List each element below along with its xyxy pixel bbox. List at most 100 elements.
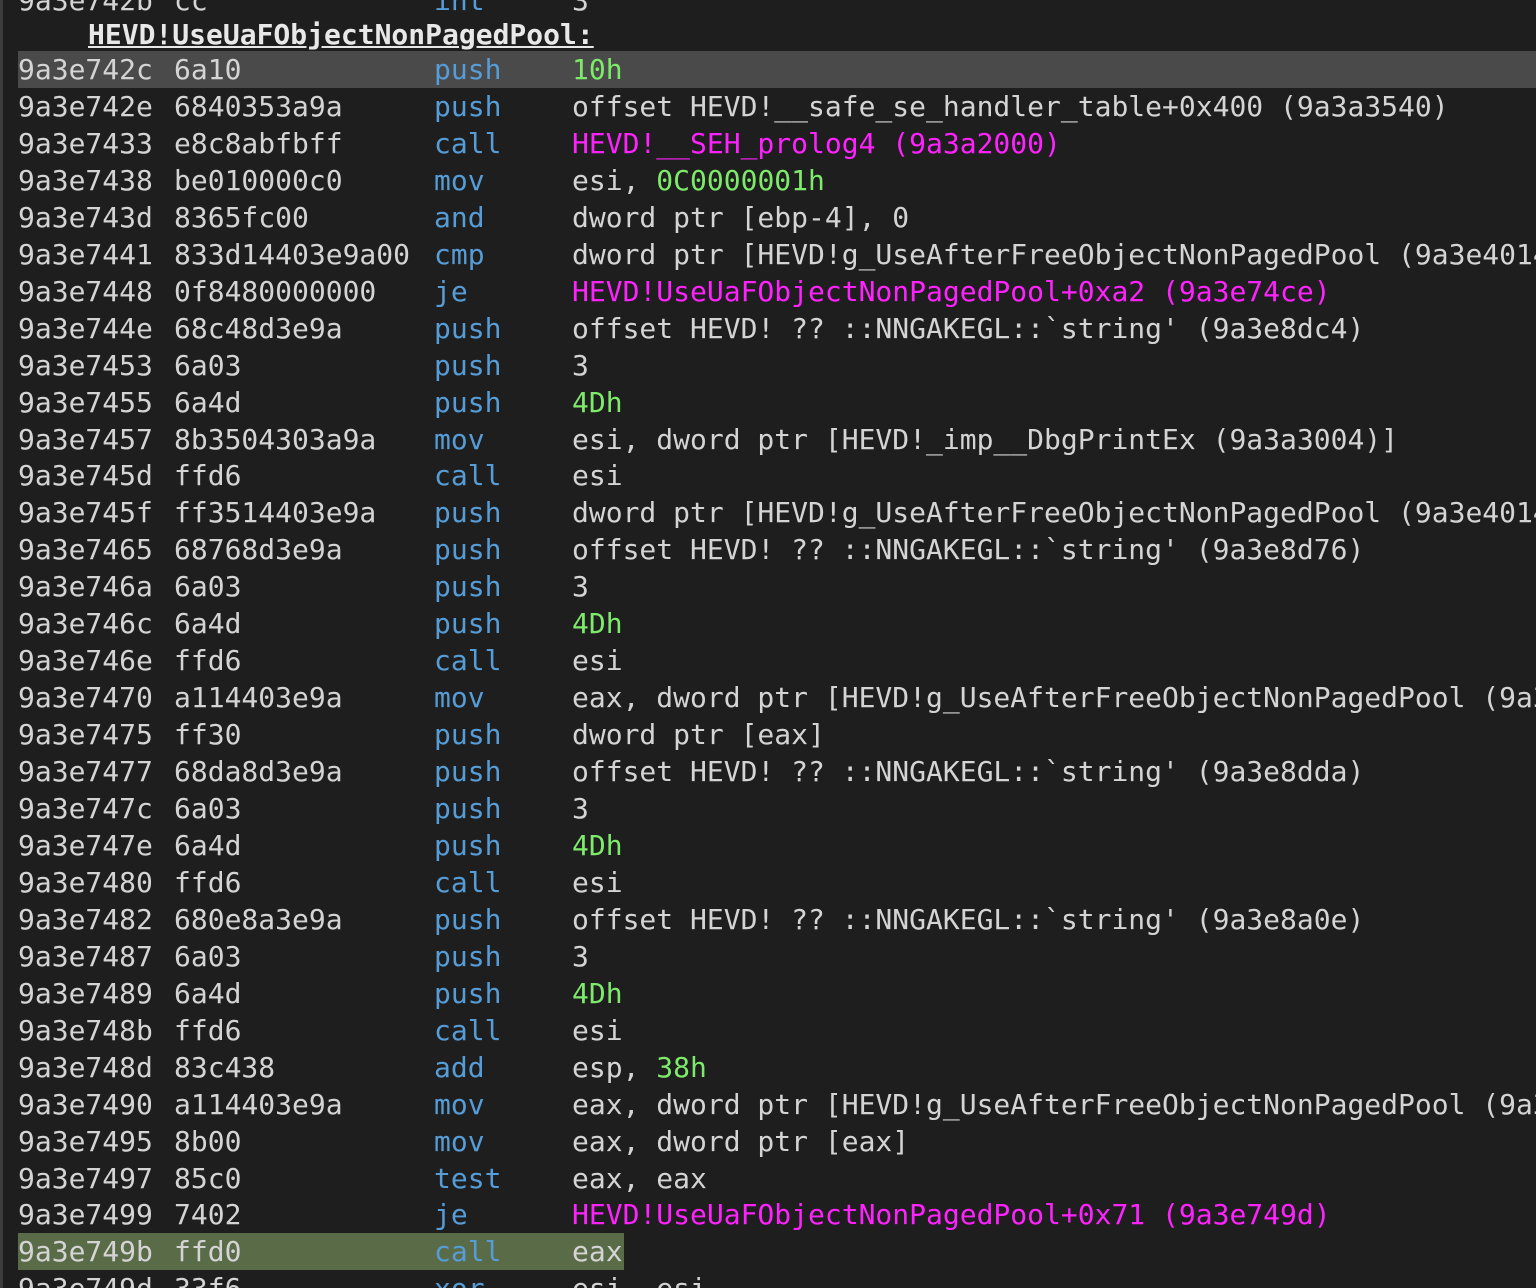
numeric-literal: 4Dh xyxy=(572,607,623,640)
row-address: 9a3e7453 xyxy=(18,349,153,382)
row-address: 9a3e7470 xyxy=(18,681,153,714)
row-mnemonic: push xyxy=(434,90,502,123)
operand-text: offset HEVD! ?? ::NNGAKEGL::`string' (9a… xyxy=(572,903,1365,936)
row-address: 9a3e7441 xyxy=(18,238,153,271)
row-operand: esi xyxy=(572,642,623,679)
row-bytes: 33f6 xyxy=(174,1270,241,1288)
row-mnemonic: push xyxy=(434,718,502,751)
row-bytes: 6a03 xyxy=(174,570,242,603)
disasm-row[interactable]: 9a3e742c 6a10 push 10h xyxy=(18,51,1536,88)
row-operand[interactable]: HEVD!UseUaFObjectNonPagedPool+0xa2 (9a3e… xyxy=(572,273,1331,310)
row-bytes: 6a4d xyxy=(174,977,242,1010)
row-address: 9a3e747e xyxy=(18,829,153,862)
row-mnemonic: push xyxy=(434,570,502,603)
operand-text: eax, dword ptr [HEVD!g_UseAfterFreeObjec… xyxy=(572,681,1536,714)
row-address: 9a3e7499 xyxy=(18,1198,153,1231)
row-bytes: 6a10 xyxy=(174,53,242,86)
row-bytes: ffd0 xyxy=(174,1235,242,1268)
row-address: 9a3e7495 xyxy=(18,1125,153,1158)
row-mnemonic: cmp xyxy=(434,238,485,271)
row-address: 9a3e7497 xyxy=(18,1162,153,1195)
row-bytes: 68da8d3e9a xyxy=(174,755,343,788)
row-operand: eax xyxy=(572,1233,623,1270)
row-bytes: ff3514403e9a xyxy=(174,496,377,529)
row-bytes: ffd6 xyxy=(174,1014,242,1047)
symbol-link[interactable]: HEVD!UseUaFObjectNonPagedPool+0x71 (9a3e… xyxy=(572,1198,1331,1231)
row-mnemonic: push xyxy=(434,312,502,345)
operand-text: eax, dword ptr [HEVD!g_UseAfterFreeObjec… xyxy=(572,1088,1536,1121)
operand-text: esi xyxy=(572,644,623,677)
row-mnemonic: push xyxy=(434,977,502,1010)
symbol-link[interactable]: HEVD!UseUaFObjectNonPagedPool+0xa2 (9a3e… xyxy=(572,275,1331,308)
row-mnemonic: push xyxy=(434,386,502,419)
row-address: 9a3e7487 xyxy=(18,940,153,973)
row-address: 9a3e7477 xyxy=(18,755,153,788)
operand-text: esi, esi xyxy=(572,1272,707,1288)
operand-text: offset HEVD! ?? ::NNGAKEGL::`string' (9a… xyxy=(572,755,1365,788)
operand-text: esi, dword ptr [HEVD!_imp__DbgPrintEx (9… xyxy=(572,423,1399,456)
operand-text: offset HEVD!__safe_se_handler_table+0x40… xyxy=(572,90,1449,123)
operand-text: offset HEVD! ?? ::NNGAKEGL::`string' (9a… xyxy=(572,533,1365,566)
row-operand[interactable]: HEVD!UseUaFObjectNonPagedPool+0x71 (9a3e… xyxy=(572,1196,1331,1233)
operand-text: offset HEVD! ?? ::NNGAKEGL::`string' (9a… xyxy=(572,312,1365,345)
window-left-edge xyxy=(0,0,3,1288)
row-address: 9a3e748d xyxy=(18,1051,153,1084)
row-bytes: 8b00 xyxy=(174,1125,242,1158)
row-bytes: 680e8a3e9a xyxy=(174,903,343,936)
row-bytes: a114403e9a xyxy=(174,681,343,714)
row-mnemonic: push xyxy=(434,829,502,862)
row-address: 9a3e749b xyxy=(18,1235,153,1268)
row-operand: dword ptr [eax] xyxy=(572,716,825,753)
row-mnemonic: je xyxy=(434,275,468,308)
row-bytes: 7402 xyxy=(174,1198,242,1231)
row-address: 9a3e746c xyxy=(18,607,153,640)
row-operand: dword ptr [HEVD!g_UseAfterFreeObjectNonP… xyxy=(572,494,1536,531)
row-bytes: 0f8480000000 xyxy=(174,275,377,308)
numeric-literal: 4Dh xyxy=(572,386,623,419)
row-operand: 10h xyxy=(572,51,623,88)
row-mnemonic: xor xyxy=(434,1270,485,1288)
row-operand: eax, dword ptr [HEVD!g_UseAfterFreeObjec… xyxy=(572,679,1536,716)
row-mnemonic: push xyxy=(434,349,502,382)
row-operand: 3 xyxy=(572,938,589,975)
symbol-link[interactable]: HEVD!__SEH_prolog4 (9a3a2000) xyxy=(572,127,1061,160)
row-operand: esi xyxy=(572,864,623,901)
row-operand: offset HEVD! ?? ::NNGAKEGL::`string' (9a… xyxy=(572,531,1364,568)
row-mnemonic: mov xyxy=(434,423,485,456)
operand-text: dword ptr [HEVD!g_UseAfterFreeObjectNonP… xyxy=(572,496,1536,529)
row-mnemonic: add xyxy=(434,1051,485,1084)
row-mnemonic: mov xyxy=(434,1088,485,1121)
row-operand: 4Dh xyxy=(572,975,623,1012)
row-mnemonic: test xyxy=(434,1162,502,1195)
row-bytes: 6a03 xyxy=(174,940,242,973)
row-mnemonic: push xyxy=(434,607,502,640)
row-operand: dword ptr [ebp-4], 0 xyxy=(572,199,909,236)
disassembly-view[interactable]: 9a3e742b cc int 3 9a3e742c 6a10 push 10h 9a3… xyxy=(18,0,1536,1288)
row-operand: esi, esi xyxy=(572,1270,707,1288)
disasm-row[interactable]: 9a3e749b ffd0 call eax xyxy=(18,1233,624,1270)
row-mnemonic: mov xyxy=(434,1125,485,1158)
row-bytes: ffd6 xyxy=(174,866,242,899)
row-bytes: 83c438 xyxy=(174,1051,276,1084)
row-address: 9a3e7438 xyxy=(18,164,153,197)
row-address: 9a3e7480 xyxy=(18,866,153,899)
row-bytes: 68768d3e9a xyxy=(174,533,343,566)
row-mnemonic: push xyxy=(434,533,502,566)
row-mnemonic: push xyxy=(434,496,502,529)
operand-text: eax, eax xyxy=(572,1162,707,1195)
row-bytes: 6a4d xyxy=(174,386,242,419)
numeric-literal: 0C0000001h xyxy=(656,164,825,197)
row-mnemonic: push xyxy=(434,53,502,86)
row-mnemonic: call xyxy=(434,644,502,677)
row-bytes: 6a03 xyxy=(174,792,242,825)
row-operand: 3 xyxy=(572,347,589,384)
row-operand: offset HEVD! ?? ::NNGAKEGL::`string' (9a… xyxy=(572,753,1364,790)
row-operand: eax, eax xyxy=(572,1160,707,1197)
row-address: 9a3e7490 xyxy=(18,1088,153,1121)
row-operand: 3 xyxy=(572,568,589,605)
row-operand: offset HEVD!__safe_se_handler_table+0x40… xyxy=(572,88,1449,125)
operand-register: esi, xyxy=(572,164,657,197)
row-mnemonic: call xyxy=(434,866,502,899)
row-mnemonic: mov xyxy=(434,164,485,197)
row-operand[interactable]: HEVD!__SEH_prolog4 (9a3a2000) xyxy=(572,125,1061,162)
